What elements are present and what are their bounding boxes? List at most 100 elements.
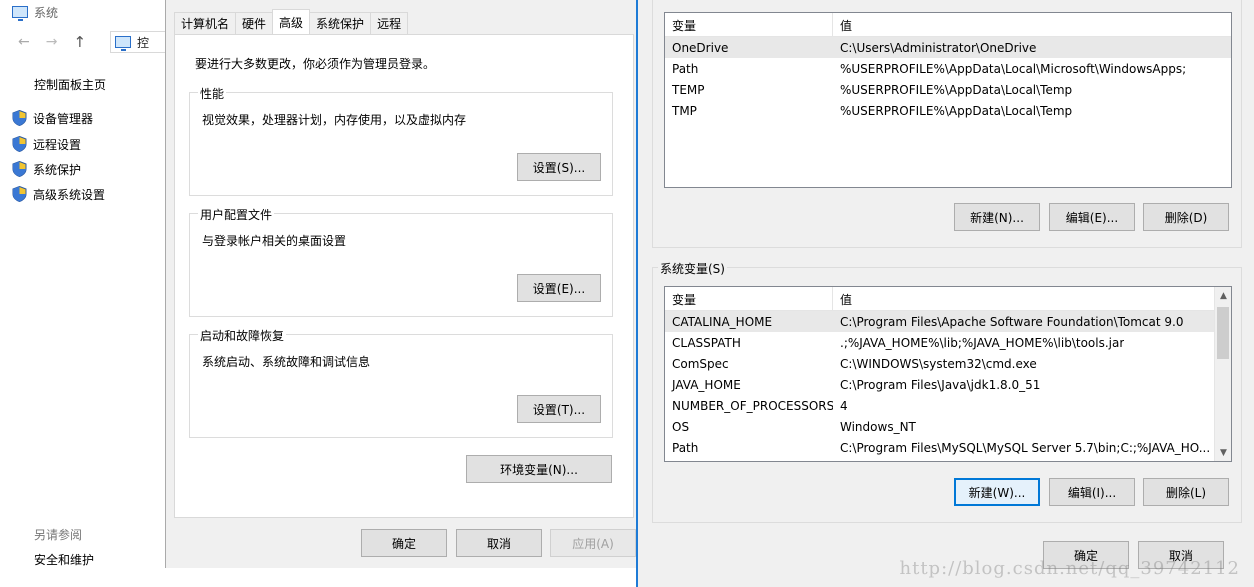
sidebar-item-label: 远程设置 [33, 137, 82, 152]
table-row[interactable]: CATALINA_HOME C:\Program Files\Apache So… [665, 311, 1214, 332]
sidebar-item-label: 系统保护 [33, 162, 82, 177]
variable-value: 4 [840, 398, 848, 413]
variable-name: TEMP [672, 82, 705, 97]
user-profiles-settings-button[interactable]: 设置(E)... [517, 274, 601, 302]
system-properties-dialog: 计算机名 硬件 高级 系统保护 远程 要进行大多数更改，你必须作为管理员登录。 … [165, 0, 641, 568]
sidebar-item-label: 设备管理器 [33, 111, 94, 126]
forward-arrow-icon[interactable]: → [46, 34, 58, 50]
device-manager-link[interactable]: 设备管理器 [12, 108, 93, 128]
startup-recovery-settings-button[interactable]: 设置(T)... [517, 395, 601, 423]
see-also-heading: 另请参阅 [34, 528, 83, 542]
variable-name: CLASSPATH [672, 335, 741, 350]
shield-icon [12, 186, 27, 202]
system-new-button[interactable]: 新建(W)... [954, 478, 1040, 506]
system-window-title-text: 系统 [34, 5, 59, 20]
system-variables-list[interactable]: 变量 值 CATALINA_HOME C:\Program Files\Apac… [664, 286, 1232, 462]
system-edit-button[interactable]: 编辑(I)... [1049, 478, 1135, 506]
sidebar-item-label: 高级系统设置 [33, 187, 106, 202]
computer-icon [12, 6, 28, 21]
variable-value: %USERPROFILE%\AppData\Local\Temp [840, 103, 1073, 118]
system-variables-title: 系统变量(S) [658, 260, 727, 277]
navigation-bar: ← → ↑ [18, 33, 86, 51]
admin-note: 要进行大多数更改，你必须作为管理员登录。 [195, 57, 436, 71]
variable-value: C:\WINDOWS\system32\cmd.exe [840, 356, 1037, 371]
system-protection-link[interactable]: 系统保护 [12, 159, 81, 179]
system-window-title: 系统 [12, 3, 58, 21]
apply-button[interactable]: 应用(A) [550, 529, 636, 557]
environment-variables-button[interactable]: 环境变量(N)... [466, 455, 612, 483]
user-edit-button[interactable]: 编辑(E)... [1049, 203, 1135, 231]
column-header-value[interactable]: 值 [833, 287, 852, 311]
performance-settings-button[interactable]: 设置(S)... [517, 153, 601, 181]
ok-button[interactable]: 确定 [361, 529, 447, 557]
address-text: 控 [137, 35, 150, 50]
tab-remote[interactable]: 远程 [370, 12, 409, 34]
system-window: 系统 ← → ↑ 控 控制面板主页 设备管理器 远程设置 系统保护 高级系统设置… [0, 0, 170, 587]
variable-name: OS [672, 419, 690, 434]
shield-icon [12, 110, 27, 126]
variable-value: Windows_NT [840, 419, 916, 434]
user-profiles-group: 用户配置文件 与登录帐户相关的桌面设置 设置(E)... [189, 206, 613, 317]
startup-recovery-group: 启动和故障恢复 系统启动、系统故障和调试信息 设置(T)... [189, 327, 613, 438]
table-row[interactable]: JAVA_HOME C:\Program Files\Java\jdk1.8.0… [665, 374, 1214, 395]
system-delete-button[interactable]: 删除(L) [1143, 478, 1229, 506]
computer-icon [115, 36, 131, 51]
column-header-value[interactable]: 值 [833, 13, 852, 37]
up-arrow-icon[interactable]: ↑ [73, 33, 86, 51]
variable-name: ComSpec [672, 356, 729, 371]
variable-name: JAVA_HOME [672, 377, 741, 392]
variable-value: %USERPROFILE%\AppData\Local\Temp [840, 82, 1073, 97]
advanced-system-settings-link[interactable]: 高级系统设置 [12, 184, 105, 204]
variable-name: Path [672, 440, 699, 455]
list-header: 变量 值 [665, 13, 1231, 37]
advanced-tab-panel: 要进行大多数更改，你必须作为管理员登录。 性能 视觉效果，处理器计划，内存使用，… [174, 34, 634, 518]
tab-hardware[interactable]: 硬件 [235, 12, 274, 34]
column-header-variable[interactable]: 变量 [665, 13, 833, 37]
security-maintenance-link[interactable]: 安全和维护 [34, 551, 94, 568]
variable-value: .;%JAVA_HOME%\lib;%JAVA_HOME%\lib\tools.… [840, 335, 1125, 350]
system-variables-rows: CATALINA_HOME C:\Program Files\Apache So… [665, 311, 1214, 458]
table-row[interactable]: TEMP %USERPROFILE%\AppData\Local\Temp [665, 79, 1231, 100]
table-row[interactable]: ComSpec C:\WINDOWS\system32\cmd.exe [665, 353, 1214, 374]
performance-group: 性能 视觉效果，处理器计划，内存使用，以及虚拟内存 设置(S)... [189, 85, 613, 196]
variable-name: OneDrive [672, 40, 729, 55]
watermark: http://blog.csdn.net/qq_39742112 [899, 558, 1240, 579]
table-row[interactable]: NUMBER_OF_PROCESSORS 4 [665, 395, 1214, 416]
address-bar[interactable]: 控 [110, 31, 170, 53]
environment-variables-dialog: 变量 值 OneDrive C:\Users\Administrator\One… [636, 0, 1254, 587]
tab-bar: 计算机名 硬件 高级 系统保护 远程 [174, 9, 409, 34]
tab-computer-name[interactable]: 计算机名 [174, 12, 237, 34]
left-edge-clipped-text [0, 30, 8, 530]
startup-recovery-desc: 系统启动、系统故障和调试信息 [202, 355, 371, 369]
performance-title: 性能 [198, 85, 227, 102]
table-row[interactable]: Path C:\Program Files\MySQL\MySQL Server… [665, 437, 1214, 458]
user-profiles-desc: 与登录帐户相关的桌面设置 [202, 234, 347, 248]
back-arrow-icon[interactable]: ← [18, 34, 30, 50]
tab-system-protection[interactable]: 系统保护 [309, 12, 372, 34]
list-header: 变量 值 [665, 287, 1214, 311]
remote-settings-link[interactable]: 远程设置 [12, 134, 81, 154]
user-new-button[interactable]: 新建(N)... [954, 203, 1040, 231]
user-variables-list[interactable]: 变量 值 OneDrive C:\Users\Administrator\One… [664, 12, 1232, 188]
vertical-scrollbar[interactable]: ▲ ▼ [1214, 287, 1231, 461]
table-row[interactable]: OS Windows_NT [665, 416, 1214, 437]
scroll-up-icon[interactable]: ▲ [1215, 287, 1231, 304]
variable-name: NUMBER_OF_PROCESSORS [672, 398, 833, 413]
user-delete-button[interactable]: 删除(D) [1143, 203, 1229, 231]
scroll-down-icon[interactable]: ▼ [1215, 444, 1231, 461]
scroll-thumb[interactable] [1217, 307, 1229, 359]
control-panel-home-link[interactable]: 控制面板主页 [34, 76, 106, 93]
table-row[interactable]: Path %USERPROFILE%\AppData\Local\Microso… [665, 58, 1231, 79]
table-row[interactable]: CLASSPATH .;%JAVA_HOME%\lib;%JAVA_HOME%\… [665, 332, 1214, 353]
variable-value: C:\Users\Administrator\OneDrive [840, 40, 1037, 55]
variable-value: C:\Program Files\MySQL\MySQL Server 5.7\… [840, 440, 1211, 455]
table-row[interactable]: OneDrive C:\Users\Administrator\OneDrive [665, 37, 1231, 58]
tab-advanced[interactable]: 高级 [272, 9, 311, 34]
shield-icon [12, 161, 27, 177]
variable-value: C:\Program Files\Java\jdk1.8.0_51 [840, 377, 1041, 392]
column-header-variable[interactable]: 变量 [665, 287, 833, 311]
variable-name: Path [672, 61, 699, 76]
table-row[interactable]: TMP %USERPROFILE%\AppData\Local\Temp [665, 100, 1231, 121]
cancel-button[interactable]: 取消 [456, 529, 542, 557]
startup-recovery-title: 启动和故障恢复 [198, 327, 287, 344]
